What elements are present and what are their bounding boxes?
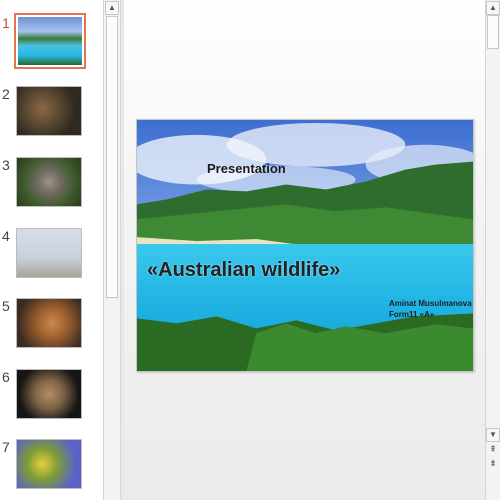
scroll-up-icon[interactable]: ▲ [105, 1, 119, 15]
slide-thumbnail-2[interactable]: 2 [0, 86, 103, 142]
slide-thumbnail-3[interactable]: 3 [0, 157, 103, 213]
slide-author-block[interactable]: Aminat Musulmanova Form11 «A» [389, 298, 472, 320]
slide-thumbnail-1[interactable]: 1 [0, 13, 103, 71]
slide-background-photo [137, 120, 473, 371]
slide-preview-image [17, 370, 81, 418]
current-slide[interactable]: Presentation «Australian wildlife» Amina… [136, 119, 474, 372]
thumbnail-scrollbar-thumb[interactable] [106, 16, 118, 298]
slide-preview-image [17, 87, 81, 135]
slide-thumbnail-image[interactable] [16, 86, 82, 136]
slide-number: 6 [2, 369, 10, 385]
slide-preview-image [17, 299, 81, 347]
slide-thumbnail-image[interactable] [16, 228, 82, 278]
slide-number: 3 [2, 157, 10, 173]
slide-preview-image [17, 440, 81, 488]
slide-thumbnail-image[interactable] [16, 439, 82, 489]
slide-number: 7 [2, 439, 10, 455]
slide-number: 5 [2, 298, 10, 314]
next-slide-icon[interactable]: ⇟ [486, 458, 500, 472]
editor-scrollbar[interactable]: ▲ ▼ ⇞ ⇟ [485, 0, 500, 500]
slide-thumbnail-image[interactable] [16, 157, 82, 207]
slide-number: 4 [2, 228, 10, 244]
slide-preview-image [18, 17, 82, 65]
slide-thumbnail-image[interactable] [14, 13, 86, 69]
slide-preview-image [17, 229, 81, 277]
author-class: Form11 «A» [389, 310, 435, 319]
slide-thumbnail-pane: 1 2 3 4 5 6 7 [0, 0, 103, 500]
scroll-down-icon[interactable]: ▼ [486, 428, 500, 442]
author-name: Aminat Musulmanova [389, 299, 472, 308]
previous-slide-icon[interactable]: ⇞ [486, 444, 500, 458]
slide-thumbnail-image[interactable] [16, 298, 82, 348]
scroll-up-icon[interactable]: ▲ [486, 1, 500, 15]
slide-headline[interactable]: «Australian wildlife» [147, 259, 340, 282]
slide-number: 1 [2, 15, 10, 31]
editor-scrollbar-thumb[interactable] [487, 15, 499, 49]
slide-thumbnail-7[interactable]: 7 [0, 439, 103, 495]
slide-thumbnail-image[interactable] [16, 369, 82, 419]
thumbnail-scrollbar[interactable]: ▲ [103, 0, 121, 500]
slide-preview-image [17, 158, 81, 206]
slide-thumbnail-6[interactable]: 6 [0, 369, 103, 425]
slide-thumbnail-5[interactable]: 5 [0, 298, 103, 354]
slide-thumbnail-4[interactable]: 4 [0, 228, 103, 284]
slide-title[interactable]: Presentation [207, 161, 286, 176]
slide-number: 2 [2, 86, 10, 102]
